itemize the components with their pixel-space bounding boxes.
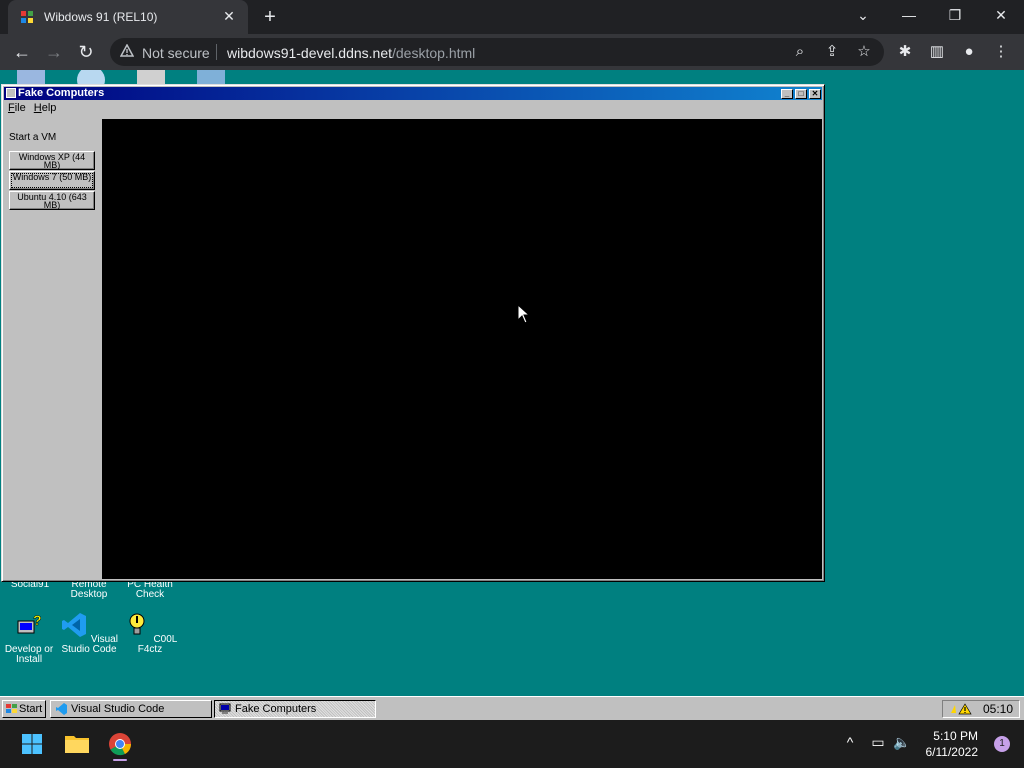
task-vscode[interactable]: Visual Studio Code xyxy=(50,700,212,718)
start-vm-label: Start a VM xyxy=(9,132,57,143)
start-button[interactable]: Start xyxy=(2,700,46,718)
minimize-button[interactable]: — xyxy=(886,0,932,32)
desktop-icon-remote-desktop[interactable]: Remote Desktop xyxy=(58,580,120,600)
address-bar[interactable]: Not secure wibdows91-devel.ddns.net/desk… xyxy=(110,38,884,66)
side-panel-icon[interactable]: ▥ xyxy=(926,42,948,62)
warning-tray-icon[interactable] xyxy=(949,703,973,715)
menu-file[interactable]: File xyxy=(4,101,30,115)
tab-search-icon[interactable]: ⌄ xyxy=(840,0,886,32)
zoom-icon[interactable]: ⌕ xyxy=(790,42,810,62)
tab-close-icon[interactable]: ✕ xyxy=(220,7,238,25)
vm-screen[interactable] xyxy=(102,119,822,579)
reload-button[interactable]: ↻ xyxy=(74,40,98,64)
icon-label: PC Health Check xyxy=(127,579,173,600)
svg-text:?: ? xyxy=(33,612,42,628)
extensions-icon[interactable]: ✱ xyxy=(894,42,916,62)
windows-clock[interactable]: 5:10 PM 6/11/2022 xyxy=(926,728,979,760)
w91-taskbar: Start Visual Studio Code Fake Computers … xyxy=(0,696,1024,720)
wibdows-favicon-icon xyxy=(21,11,33,23)
lightbulb-icon xyxy=(129,613,145,635)
start-label: Start xyxy=(19,703,43,715)
clock-date: 6/11/2022 xyxy=(925,745,979,759)
maximize-icon[interactable]: □ xyxy=(795,89,807,99)
window-app-icon xyxy=(6,88,16,98)
desktop-icon-cool-facts[interactable]: C00L F4ctz xyxy=(119,611,181,655)
profile-icon[interactable]: ● xyxy=(958,42,980,62)
warning-icon[interactable] xyxy=(120,44,134,58)
tab-title: Wibdows 91 (REL10) xyxy=(44,10,158,24)
browser-window: Wibdows 91 (REL10) ✕ + ⌄ — ❐ ✕ ← → ↻ Not… xyxy=(0,0,1024,720)
desktop-icon-pc-health-check[interactable]: PC Health Check xyxy=(119,580,181,600)
file-explorer-icon[interactable] xyxy=(59,726,95,762)
share-icon[interactable]: ⇪ xyxy=(822,42,842,62)
url-path: /desktop.html xyxy=(392,45,476,61)
window-title: Fake Computers xyxy=(18,87,105,99)
restore-button[interactable]: ❐ xyxy=(932,0,978,32)
desktop-icon-develop-install[interactable]: ? Develop or Install xyxy=(0,611,60,665)
windows-taskbar: ^ ▭ 🔈 5:10 PM 6/11/2022 1 xyxy=(0,720,1024,768)
new-tab-button[interactable]: + xyxy=(258,6,282,30)
vscode-icon xyxy=(62,613,87,637)
windows-start-icon[interactable] xyxy=(14,726,50,762)
system-tray: 05:10 xyxy=(942,700,1020,718)
icon-label: Remote Desktop xyxy=(70,579,108,600)
desktop-icon-vscode[interactable]: Visual Studio Code xyxy=(58,611,120,655)
clock-time: 5:10 PM xyxy=(933,729,978,743)
omnibox-divider xyxy=(216,44,217,60)
tray-clock: 05:10 xyxy=(982,702,1013,716)
start-logo-icon xyxy=(6,704,17,713)
menu-help[interactable]: Help xyxy=(30,101,61,115)
vm-button-windows-xp[interactable]: Windows XP (44 MB) xyxy=(9,151,95,170)
notification-badge[interactable]: 1 xyxy=(994,736,1010,752)
vscode-icon xyxy=(56,703,67,715)
task-label: Visual Studio Code xyxy=(71,703,165,715)
vm-button-windows-7[interactable]: Windows 7 (50 MB) xyxy=(9,171,95,190)
forward-button[interactable]: → xyxy=(42,40,66,64)
volume-icon[interactable]: 🔈 xyxy=(892,734,912,751)
computer-icon xyxy=(219,703,231,714)
mouse-cursor-icon xyxy=(517,304,531,324)
vm-sidebar: Start a VM Windows XP (44 MB) Windows 7 … xyxy=(6,119,98,579)
close-window-button[interactable]: ✕ xyxy=(978,0,1024,32)
menu-bar: File Help xyxy=(4,101,60,117)
tray-overflow-chevron-icon[interactable]: ^ xyxy=(840,734,860,750)
vm-button-ubuntu[interactable]: Ubuntu 4.10 (643 MB) xyxy=(9,191,95,210)
back-button[interactable]: ← xyxy=(10,40,34,64)
bookmark-star-icon[interactable]: ☆ xyxy=(854,42,874,62)
task-fake-computers[interactable]: Fake Computers xyxy=(214,700,376,718)
question-computer-icon: ? xyxy=(17,612,42,634)
window-titlebar[interactable]: Fake Computers _ □ ✕ xyxy=(4,87,822,100)
minimize-icon[interactable]: _ xyxy=(781,89,793,99)
tab-strip: Wibdows 91 (REL10) ✕ + ⌄ — ❐ ✕ xyxy=(0,0,1024,34)
menu-icon[interactable]: ⋮ xyxy=(990,42,1012,62)
not-secure-label: Not secure xyxy=(142,45,210,61)
url-host: wibdows91-devel.ddns.net xyxy=(227,45,392,61)
browser-tab[interactable]: Wibdows 91 (REL10) ✕ xyxy=(8,0,248,34)
close-icon[interactable]: ✕ xyxy=(809,89,821,99)
browser-toolbar: ← → ↻ Not secure wibdows91-devel.ddns.ne… xyxy=(0,34,1024,70)
fake-computers-window: Fake Computers _ □ ✕ File Help Start a VM… xyxy=(1,84,825,582)
chrome-icon[interactable] xyxy=(102,726,138,762)
url-text: wibdows91-devel.ddns.net/desktop.html xyxy=(227,45,475,61)
icon-label: Develop or Install xyxy=(4,644,54,665)
desktop: Social91 Remote Desktop PC Health Check … xyxy=(0,70,1024,720)
network-icon[interactable]: ▭ xyxy=(868,734,888,751)
task-label: Fake Computers xyxy=(235,703,317,715)
